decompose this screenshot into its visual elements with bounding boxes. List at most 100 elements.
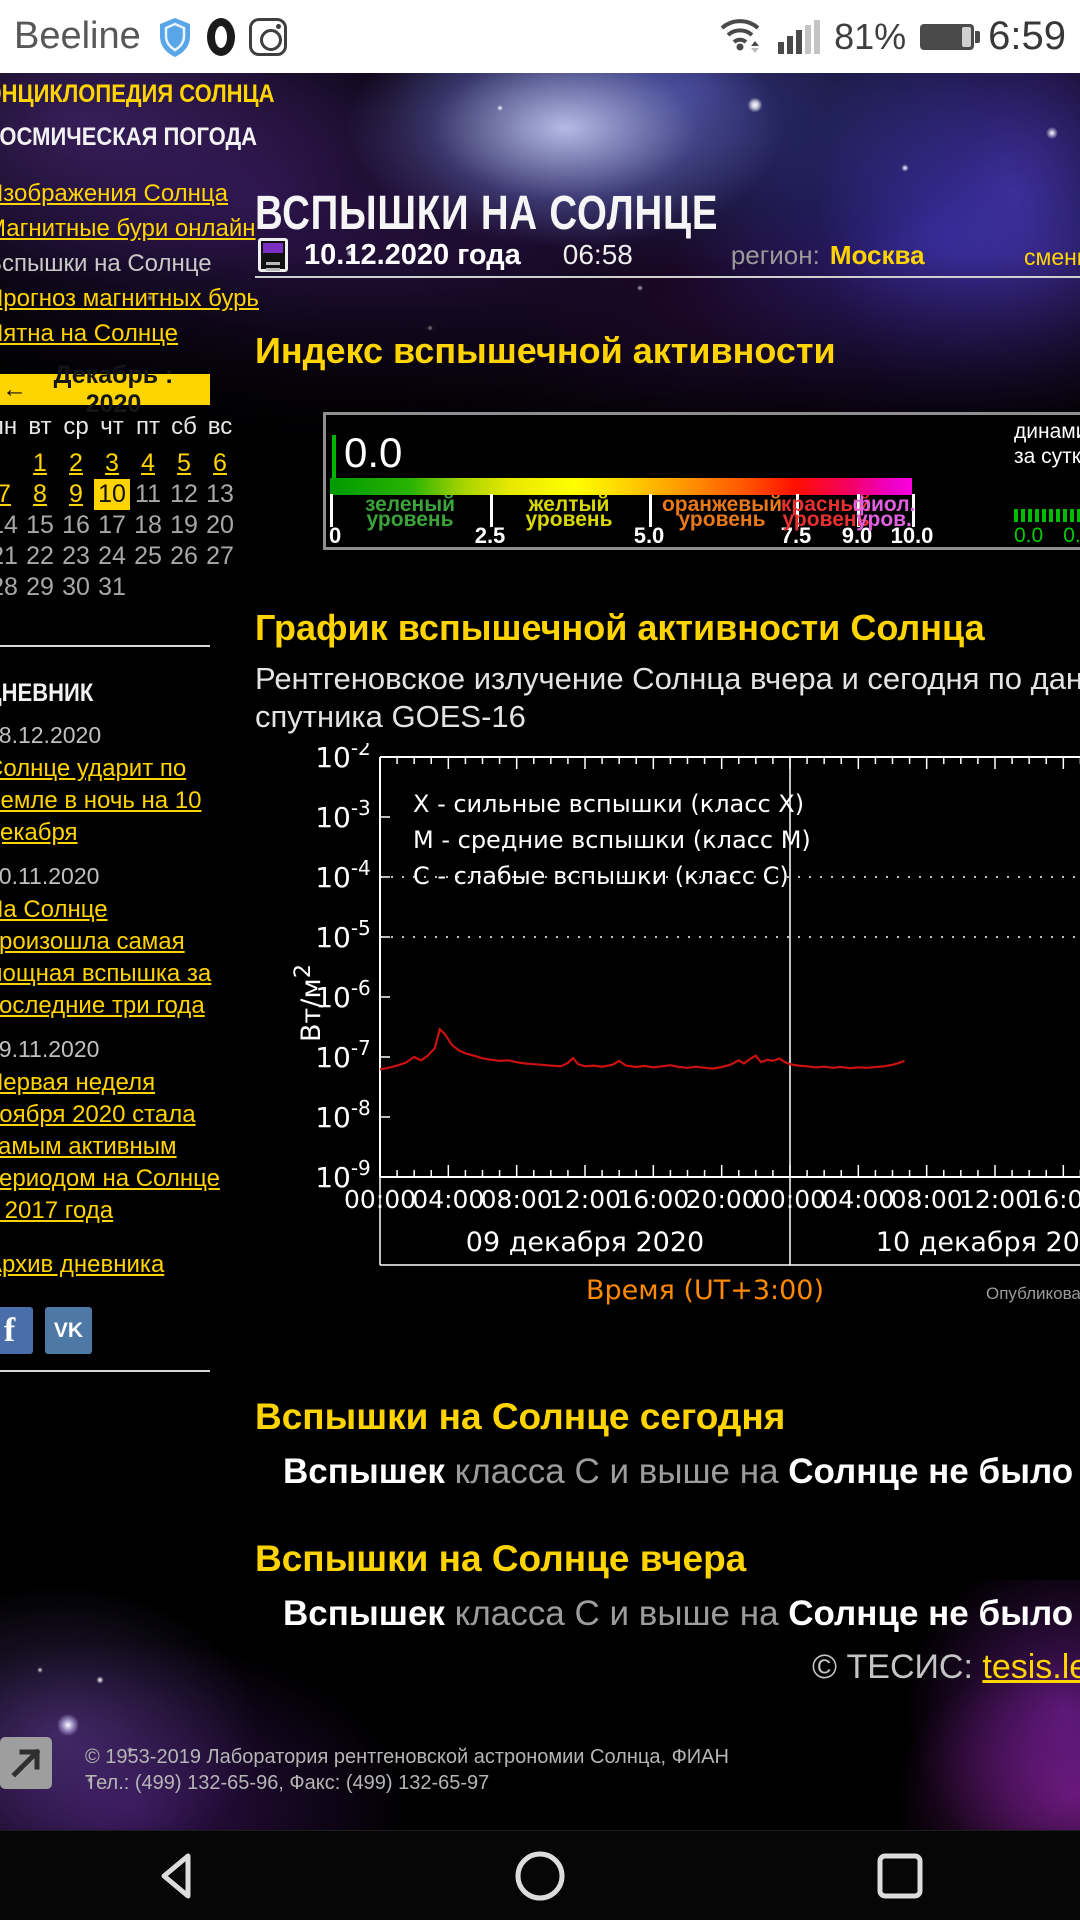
shield-notification-icon bbox=[157, 16, 193, 58]
diary-entry-link[interactable]: Первая неделя ноября 2020 стала самым ак… bbox=[0, 1067, 238, 1227]
calendar-day[interactable]: 24 bbox=[94, 541, 130, 572]
svg-text:10-4: 10-4 bbox=[315, 856, 371, 894]
calendar-day[interactable]: 29 bbox=[22, 572, 58, 603]
calendar-day[interactable]: 5 bbox=[166, 448, 202, 479]
diary-entry: 30.11.2020На Солнце произошла самая мощн… bbox=[0, 863, 238, 1022]
header-divider bbox=[255, 276, 1080, 278]
calendar-day[interactable]: 31 bbox=[94, 572, 130, 603]
svg-text:10-2: 10-2 bbox=[315, 743, 371, 774]
home-button[interactable] bbox=[508, 1844, 572, 1908]
svg-text:Время (UT+3:00): Время (UT+3:00) bbox=[586, 1275, 824, 1306]
calendar-day[interactable]: 22 bbox=[22, 541, 58, 572]
chart-legend: X - сильные вспышки (класс X)M - средние… bbox=[413, 786, 811, 894]
social-links: f VK bbox=[0, 1307, 238, 1354]
current-date: 10.12.2020 года bbox=[304, 239, 521, 272]
calendar-day[interactable]: 4 bbox=[130, 448, 166, 479]
facebook-icon[interactable]: f bbox=[0, 1307, 33, 1354]
sidebar-link: Вспышки на Солнце bbox=[0, 250, 238, 278]
calendar-day[interactable]: 25 bbox=[130, 541, 166, 572]
svg-text:09 декабря 2020: 09 декабря 2020 bbox=[466, 1227, 704, 1258]
gauge-cursor bbox=[332, 435, 336, 481]
calendar-prev-arrow[interactable]: ← bbox=[0, 375, 35, 404]
back-button[interactable] bbox=[148, 1844, 212, 1908]
dynamics-values: 0.0 0.0 bbox=[1014, 524, 1080, 548]
current-time: 06:58 bbox=[563, 239, 633, 271]
sidebar-item-space-weather[interactable]: КОСМИЧЕСКАЯ ПОГОДА bbox=[0, 123, 208, 152]
calendar-day[interactable]: 27 bbox=[202, 541, 238, 572]
calendar-day[interactable]: 15 bbox=[22, 510, 58, 541]
calendar-day[interactable]: 16 bbox=[58, 510, 94, 541]
carrier-label: Beeline bbox=[14, 15, 141, 58]
calendar-day[interactable]: 9 bbox=[58, 479, 94, 510]
calendar-day[interactable]: 20 bbox=[202, 510, 238, 541]
svg-text:10-3: 10-3 bbox=[315, 796, 371, 834]
sidebar-link[interactable]: Прогноз магнитных бурь bbox=[0, 285, 238, 313]
calendar-day[interactable]: 2 bbox=[58, 448, 94, 479]
instagram-notification-icon bbox=[249, 18, 287, 56]
region-value[interactable]: Москва bbox=[830, 240, 925, 271]
diary-entry-link[interactable]: Солнце ударит по Земле в ночь на 10 дека… bbox=[0, 753, 238, 849]
sidebar-links: Изображения Солнца Магнитные бури онлайн В… bbox=[0, 180, 238, 348]
diary-entry-link[interactable]: На Солнце произошла самая мощная вспышка… bbox=[0, 894, 238, 1022]
calendar-day bbox=[0, 448, 22, 479]
calendar-day[interactable]: 19 bbox=[166, 510, 202, 541]
calendar-header: ← Декабрь : 2020 bbox=[0, 374, 210, 405]
page-title: ВСПЫШКИ НА СОЛНЦЕ bbox=[255, 186, 718, 241]
calendar: ← Декабрь : 2020 пнвтсрчтптсбвс 12345678… bbox=[0, 374, 238, 603]
calendar-day[interactable]: 18 bbox=[130, 510, 166, 541]
diary-entry-date: 09.11.2020 bbox=[0, 1036, 238, 1063]
diary-entry: 09.11.2020 Первая неделя ноября 2020 стал… bbox=[0, 1036, 238, 1227]
sidebar-link[interactable]: Изображения Солнца bbox=[0, 180, 238, 208]
recents-button[interactable] bbox=[868, 1844, 932, 1908]
diary-entries: 08.12.2020 Солнце ударит по Земле в ночь … bbox=[0, 722, 238, 1227]
calendar-day[interactable]: 3 bbox=[94, 448, 130, 479]
battery-percent: 81% bbox=[834, 16, 906, 58]
calendar-weekday: ср bbox=[58, 411, 94, 442]
index-section-heading: Индекс вспышечной активности bbox=[255, 330, 836, 372]
svg-text:10-8: 10-8 bbox=[315, 1096, 371, 1134]
calendar-day[interactable]: 21 bbox=[0, 541, 22, 572]
screen: Beeline 81% 6:59 ЭНЦИКЛОПЕДИЯ СОЛНЦА КОС… bbox=[0, 0, 1080, 1920]
android-nav-bar bbox=[0, 1830, 1080, 1920]
sidebar: ЭНЦИКЛОПЕДИЯ СОЛНЦА КОСМИЧЕСКАЯ ПОГОДА И… bbox=[0, 80, 238, 1372]
flares-yesterday-text: Вспышек класса C и выше на Солнце не был… bbox=[283, 1594, 1073, 1634]
calendar-day[interactable]: 6 bbox=[202, 448, 238, 479]
chart-y-axis-label: Вт/м2 bbox=[290, 964, 327, 1042]
date-bar: 10.12.2020 года 06:58 регион: Москва bbox=[258, 238, 925, 272]
calendar-day[interactable]: 23 bbox=[58, 541, 94, 572]
dynamics-bars bbox=[1014, 509, 1080, 522]
calendar-weekdays: пнвтсрчтптсбвс bbox=[0, 411, 238, 442]
calendar-day[interactable]: 17 bbox=[94, 510, 130, 541]
calendar-day[interactable]: 26 bbox=[166, 541, 202, 572]
calendar-day bbox=[202, 572, 238, 603]
sidebar-link[interactable]: Пятна на Солнце bbox=[0, 320, 238, 348]
calendar-day[interactable]: 13 bbox=[202, 479, 238, 510]
calendar-day[interactable]: 30 bbox=[58, 572, 94, 603]
calendar-day[interactable]: 11 bbox=[130, 479, 166, 510]
gauge-zone-label: зеленыйуровень bbox=[335, 497, 485, 527]
dynamics-value: 0.0 bbox=[1014, 524, 1043, 548]
publish-link[interactable]: Опубликовать bbox=[986, 1284, 1080, 1304]
calendar-day[interactable]: 12 bbox=[166, 479, 202, 510]
tesis-link[interactable]: tesis.le bbox=[982, 1648, 1080, 1686]
svg-text:10-5: 10-5 bbox=[315, 916, 371, 954]
wifi-icon bbox=[718, 14, 764, 59]
calendar-day[interactable]: 1 bbox=[22, 448, 58, 479]
diary-entry: 08.12.2020 Солнце ударит по Земле в ночь … bbox=[0, 722, 238, 849]
dynamics-value: 0.0 bbox=[1063, 524, 1080, 548]
calendar-day[interactable]: 7 bbox=[0, 479, 22, 510]
svg-text:08:00: 08:00 bbox=[891, 1185, 963, 1214]
open-external-icon[interactable] bbox=[0, 1737, 52, 1789]
sidebar-link[interactable]: Магнитные бури онлайн bbox=[0, 215, 238, 243]
change-region-link[interactable]: сменить bbox=[1024, 244, 1080, 271]
calendar-day[interactable]: 10 bbox=[94, 479, 130, 510]
diary-entry-date: 08.12.2020 bbox=[0, 722, 238, 749]
diary-archive-link[interactable]: Архив дневника bbox=[0, 1249, 238, 1281]
chart-legend-line: C - слабые вспышки (класс C) bbox=[413, 858, 811, 894]
calendar-day[interactable]: 14 bbox=[0, 510, 22, 541]
sidebar-item-encyclopedia[interactable]: ЭНЦИКЛОПЕДИЯ СОЛНЦА bbox=[0, 80, 208, 109]
calendar-weekday: пн bbox=[0, 411, 22, 442]
calendar-day[interactable]: 8 bbox=[22, 479, 58, 510]
calendar-day[interactable]: 28 bbox=[0, 572, 22, 603]
vk-icon[interactable]: VK bbox=[45, 1307, 92, 1354]
